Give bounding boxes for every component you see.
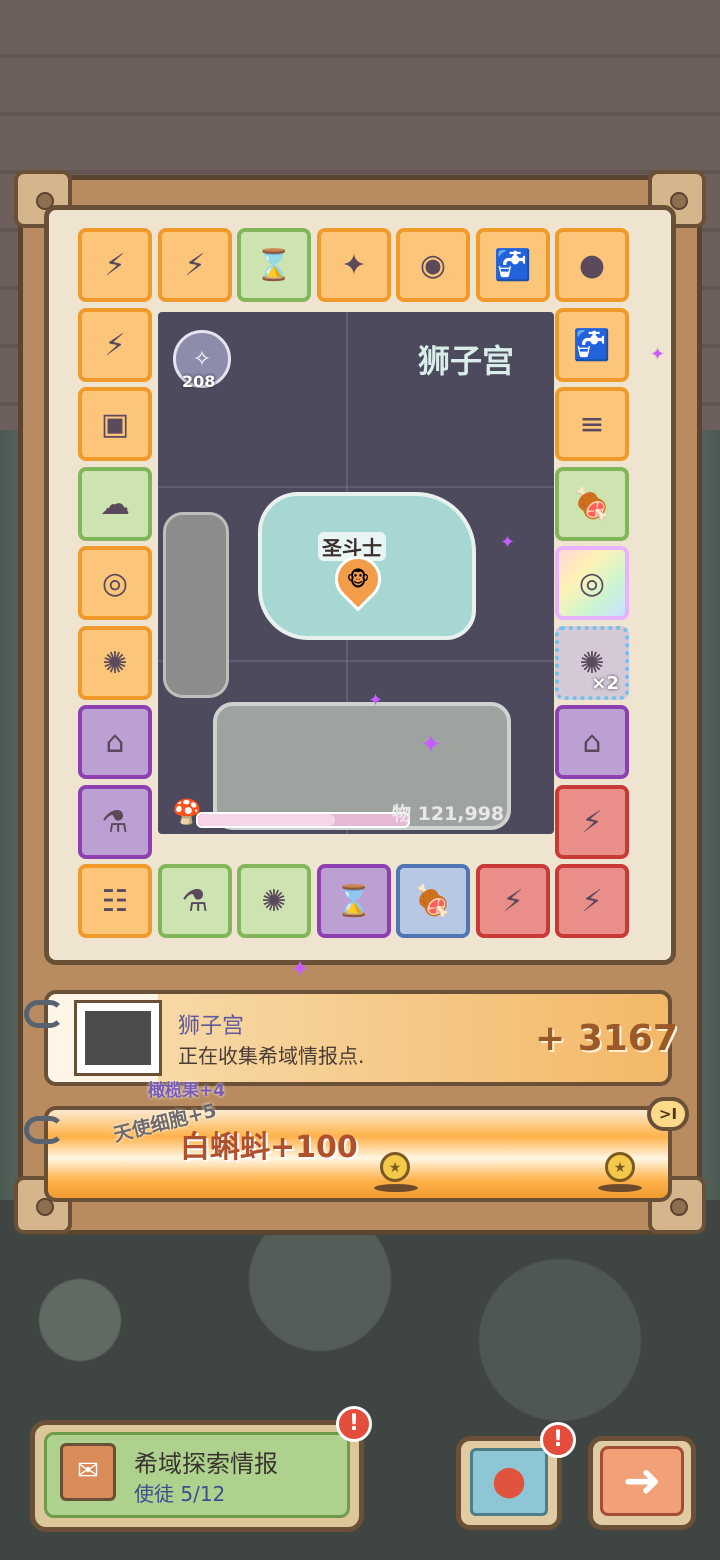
board-cell-bottom[interactable]: 🍖 xyxy=(396,864,470,938)
gear-icon: ✺ xyxy=(261,883,287,919)
board-cell-left[interactable]: ▣ xyxy=(78,387,152,461)
info-card-points: + 3167 xyxy=(535,1018,678,1059)
board-cell-left[interactable]: ⚡ xyxy=(78,308,152,382)
board-cell-bottom[interactable]: ⌛ xyxy=(317,864,391,938)
house-icon: ⌂ xyxy=(105,724,125,760)
star-coin-icon: ★ xyxy=(380,1152,410,1182)
hourglass-icon: ⌛ xyxy=(255,247,293,283)
exclamation-icon: ! xyxy=(336,1406,372,1442)
board-cell-right[interactable]: ⌂ xyxy=(555,705,629,779)
zodiac-title: 狮子宫 xyxy=(418,342,515,380)
board-cell-bottom[interactable]: ✺ xyxy=(237,864,311,938)
scroll-icon: ☷ xyxy=(101,883,129,919)
exploration-intel-progress: 使徒 5/12 xyxy=(134,1482,226,1506)
binder-ring-icon xyxy=(24,1116,64,1144)
bundle-icon: ✦ xyxy=(341,247,367,283)
energy-bottle-icon: ⚡ xyxy=(581,804,603,840)
box-icon: ▣ xyxy=(100,406,130,442)
coin-shadow xyxy=(374,1184,418,1192)
skip-button[interactable]: >I xyxy=(647,1097,689,1131)
board-cell-right[interactable]: 🚰 xyxy=(555,308,629,382)
reward-popup-shrimp: 白蝌蚪+100 xyxy=(180,1130,358,1165)
board-cell-left[interactable]: ⌂ xyxy=(78,705,152,779)
board-cell-right[interactable]: ⚡ xyxy=(555,785,629,859)
ruins-icon: ≡ xyxy=(579,406,605,442)
board-cell-top[interactable]: ◉ xyxy=(396,228,470,302)
energy-bottle-icon: ⚡ xyxy=(104,247,126,283)
sparkle-icon: ✦ xyxy=(290,955,311,983)
apostle-portrait xyxy=(74,1000,162,1076)
board-cell-right[interactable]: ✺ ×2 xyxy=(555,626,629,700)
board-cell-bottom[interactable]: ⚗ xyxy=(158,864,232,938)
collection-progress-fill xyxy=(198,814,335,826)
hourglass-icon: ⌛ xyxy=(335,883,373,919)
cloud-icon: ☁ xyxy=(100,486,130,522)
cell-multiplier: ×2 xyxy=(591,673,619,694)
info-card-status: 正在收集希域情报点. xyxy=(178,1044,365,1068)
collection-progress xyxy=(196,812,410,828)
board-cell-right[interactable]: 🍖 xyxy=(555,467,629,541)
exclamation-icon: ! xyxy=(540,1422,576,1458)
coin-shadow xyxy=(598,1184,642,1192)
faucet-icon: 🚰 xyxy=(494,247,532,283)
board-cell-left[interactable]: ✺ xyxy=(78,626,152,700)
board-cell-bottom[interactable]: ☷ xyxy=(78,864,152,938)
energy-bottle-icon: ⚡ xyxy=(184,247,206,283)
board-cell-top[interactable]: ⚡ xyxy=(158,228,232,302)
meat-icon: 🍖 xyxy=(573,486,611,522)
energy-bottle-icon: ⚡ xyxy=(104,327,126,363)
rune-card-icon: ◎ xyxy=(578,565,606,601)
resource-count: 208 xyxy=(182,372,216,391)
house-icon: ⌂ xyxy=(582,724,602,760)
map-pin-icon: ⬤ xyxy=(470,1448,548,1516)
board-cell-right[interactable]: ≡ xyxy=(555,387,629,461)
reward-popup-olive: 橄榄果+4 xyxy=(148,1081,226,1101)
board-cell-left[interactable]: ◎ xyxy=(78,546,152,620)
board-cell-right[interactable]: ◎ xyxy=(555,546,629,620)
sparkle-icon: ✦ xyxy=(500,532,516,553)
ball-icon: ● xyxy=(578,247,606,283)
potion-icon: ⚗ xyxy=(181,883,209,919)
board-cell-left[interactable]: ☁ xyxy=(78,467,152,541)
info-card-title: 狮子宫 xyxy=(178,1014,245,1039)
sparkle-icon: ✦ xyxy=(368,690,384,711)
board-cell-bottom[interactable]: ⚡ xyxy=(555,864,629,938)
board-cell-bottom[interactable]: ⚡ xyxy=(476,864,550,938)
meat-icon: 🍖 xyxy=(414,883,452,919)
board-cell-top[interactable]: 🚰 xyxy=(476,228,550,302)
arrow-right-icon: ➜ xyxy=(600,1446,684,1516)
resource-total: 物 121,998 xyxy=(392,803,505,825)
board-cell-top[interactable]: ● xyxy=(555,228,629,302)
energy-bottle-icon: ⚡ xyxy=(502,883,524,919)
board-cell-left[interactable]: ⚗ xyxy=(78,785,152,859)
faucet-icon: 🚰 xyxy=(573,327,611,363)
energy-bottle-icon: ⚡ xyxy=(581,883,603,919)
ball-icon: ◉ xyxy=(419,247,447,283)
map-grid-line xyxy=(158,486,554,488)
binder-ring-icon xyxy=(24,1000,64,1028)
rune-card-icon: ◎ xyxy=(101,565,129,601)
board-cell-top[interactable]: ✦ xyxy=(317,228,391,302)
gear-icon: ✺ xyxy=(102,645,128,681)
sparkle-icon: ✦ xyxy=(650,344,666,365)
sparkle-icon: ✦ xyxy=(420,730,442,760)
exploration-intel-title: 希域探索情报 xyxy=(134,1450,278,1478)
map-rock-area xyxy=(163,512,229,698)
board-cell-top[interactable]: ⌛ xyxy=(237,228,311,302)
potion-icon: ⚗ xyxy=(101,804,129,840)
star-coin-icon: ★ xyxy=(605,1152,635,1182)
intel-document-icon: ✉ xyxy=(60,1443,116,1501)
board-cell-top[interactable]: ⚡ xyxy=(78,228,152,302)
